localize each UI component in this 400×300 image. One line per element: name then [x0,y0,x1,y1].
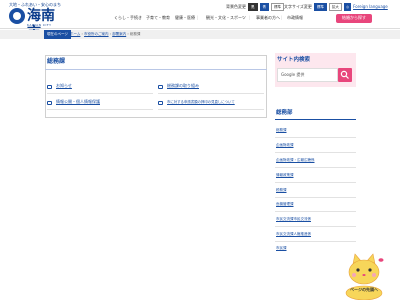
link-divider [47,109,153,110]
side-item-divider [275,241,356,242]
link-news[interactable]: お知らせ [56,83,72,89]
link-initiatives[interactable]: 総務課の取り組み [167,83,199,89]
global-nav: くらし・手続き | 子育て・教育 | 健康・医療 | 観光・文化・スポーツ | … [0,14,400,26]
font-standard-button[interactable]: 標準 [313,2,327,12]
foreign-language-link[interactable]: Foreign language [353,4,388,10]
foreign-language: ◎ Foreign language [344,2,388,12]
back-to-top-label: ページの先頭へ [350,287,378,292]
side-item-divider [275,211,356,212]
link-divider [47,93,153,94]
side-item-divider [275,182,356,183]
link-seal-review[interactable]: 市に対する申請書類の押印の見直しについて [167,100,235,104]
side-item-divider [275,197,356,198]
title-underline [45,69,267,70]
nav-separator: | [281,15,283,20]
page-icon [47,85,52,89]
nav-item-marriage[interactable]: 結婚から探す [336,14,372,23]
mascot-icon [345,253,384,300]
search-input[interactable]: Google 提供 [277,68,338,82]
link-divider [158,93,264,94]
nav-separator: | [249,15,251,20]
link-information-disclosure[interactable]: 情報公開・個人情報保護 [56,99,100,105]
side-item-citizens[interactable]: 市民課 [276,246,287,250]
breadcrumb-current-label: 現在のページ [44,30,71,39]
side-item-human-rights[interactable]: 市民交流課人権推進係 [276,232,311,236]
breadcrumb-home[interactable]: ホーム [70,32,80,36]
side-item-crisis-management[interactable]: 危機管理課 [276,202,294,206]
site-header: 大地・ふれあい・安心のまち 海南市 KAINAN CITY 背景色変更 黒 青 … [0,0,400,41]
side-nav-title: 総務部 [276,110,293,116]
nav-item-tourism[interactable]: 観光・文化・スポーツ [206,15,246,21]
page-icon [158,85,163,89]
font-size-label: 文字サイズ変更 [284,3,312,9]
back-to-top-mascot[interactable]: ページの先頭へ [342,252,386,300]
page-icon [158,101,163,105]
link-divider [158,109,264,110]
breadcrumb-city-office[interactable]: 市役所のご案内 [84,32,109,36]
page-title: 総務課 [47,58,66,65]
nav-item-business[interactable]: 事業者の方へ [256,15,280,21]
side-item-tax[interactable]: 税務課 [276,188,287,192]
background-color-switcher: 背景色変更 黒 青 標準 [226,2,284,12]
bg-color-label: 背景色変更 [226,3,246,9]
page-icon [47,101,52,105]
side-item-general-affairs[interactable]: 総務課 [276,128,287,132]
search-button[interactable] [338,68,352,82]
side-item-divider [275,226,356,227]
nav-item-childcare[interactable]: 子育て・教育 [146,15,170,21]
nav-item-living[interactable]: くらし・手続き [114,15,142,21]
bg-standard-button[interactable]: 標準 [271,2,284,12]
side-item-divider [275,137,356,138]
globe-icon: ◎ [344,2,352,12]
bg-black-button[interactable]: 黒 [248,2,258,12]
side-item-public-relations[interactable]: 企画財政課・広報広聴係 [276,158,315,162]
breadcrumb-current: 総務課 [129,32,141,36]
nav-item-city-info[interactable]: 市政情報 [287,15,303,21]
side-item-divider [275,152,356,153]
site-search-title: サイト内検索 [277,57,311,63]
side-item-divider [275,167,356,168]
font-size-switcher: 文字サイズ変更 標準 拡大 [284,2,342,12]
breadcrumb-departments[interactable]: 部署案内 [112,32,126,36]
search-icon [340,70,349,79]
nav-item-health[interactable]: 健康・医療 [175,15,195,21]
font-large-button[interactable]: 拡大 [328,2,342,12]
side-nav-title-underline [275,119,356,120]
side-item-it-policy[interactable]: 情報政策課 [276,173,294,177]
nav-separator: | [139,15,141,20]
side-item-civic-exchange[interactable]: 市民交流課市民交流係 [276,217,311,221]
nav-separator: | [168,15,170,20]
bg-blue-button[interactable]: 青 [259,2,269,12]
side-item-planning-finance[interactable]: 企画財政課 [276,143,294,147]
header-divider [0,28,400,29]
nav-separator: | [197,15,199,20]
breadcrumb: ホーム › 市役所のご案内 › 部署案内 › 総務課 [70,32,140,36]
